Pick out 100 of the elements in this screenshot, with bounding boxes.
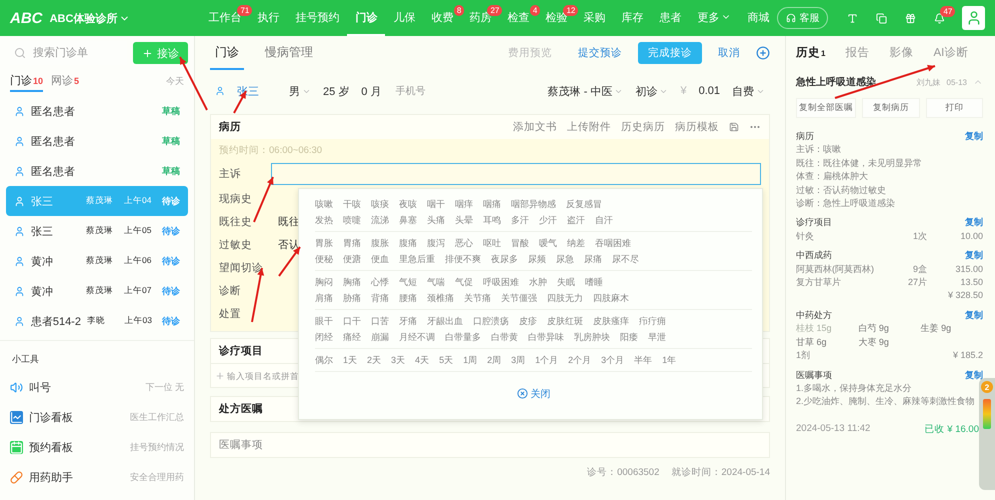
history-tab[interactable]: 历史 1	[796, 44, 826, 60]
symptom-option[interactable]: 排便不爽	[445, 252, 481, 266]
symptom-option[interactable]: 失眠	[557, 276, 575, 288]
symptom-option[interactable]: 胸闷	[315, 276, 333, 288]
copy-link[interactable]: 复制	[965, 308, 983, 322]
symptom-option[interactable]: 夜咳	[399, 198, 417, 210]
history-tab[interactable]: AI诊断	[933, 44, 968, 60]
symptom-option[interactable]: 口干	[343, 314, 361, 328]
record-tool-link[interactable]: 上传附件	[567, 120, 611, 134]
new-visit-button[interactable]: 接诊	[133, 42, 188, 64]
symptom-option[interactable]: 鼻塞	[399, 214, 417, 226]
symptom-option[interactable]: 咽痛	[483, 198, 501, 210]
history-tab[interactable]: 影像	[889, 44, 914, 60]
close-button[interactable]: 关闭	[510, 386, 556, 402]
symptom-option[interactable]: 皮肤红斑	[547, 314, 583, 328]
symptom-option[interactable]: 气喘	[427, 276, 445, 288]
patient-row[interactable]: 黄冲 蔡茂琳 上午07 待诊	[6, 276, 188, 306]
symptom-option[interactable]: 发热	[315, 214, 333, 226]
symptom-option[interactable]: 2个月	[568, 354, 592, 366]
symptom-option[interactable]: 嗜睡	[585, 276, 603, 288]
symptom-option[interactable]: 嗳气	[539, 236, 557, 250]
nav-tab[interactable]: 门诊	[347, 0, 386, 36]
nav-tab[interactable]: 库存	[613, 0, 652, 36]
symptom-option[interactable]: 2周	[487, 354, 502, 366]
symptom-option[interactable]: 牙痛	[399, 314, 417, 328]
symptom-option[interactable]: 水肿	[529, 276, 547, 288]
symptom-option[interactable]: 早泄	[648, 330, 666, 344]
symptom-option[interactable]: 眼干	[315, 314, 333, 328]
symptom-option[interactable]: 月经不调	[399, 330, 435, 344]
tool-row[interactable]: 叫号 下一位 无	[0, 372, 194, 402]
nav-tab[interactable]: 挂号预约	[287, 0, 348, 36]
history-action-button[interactable]: 复制全部医嘱	[796, 98, 856, 118]
symptom-option[interactable]: 胃胀	[315, 236, 333, 250]
copy-link[interactable]: 复制	[965, 130, 983, 144]
patient-row[interactable]: 匿名患者 草稿	[6, 156, 188, 186]
tool-row[interactable]: 预约看板 挂号预约情况	[0, 432, 194, 462]
symptom-option[interactable]: 自汗	[595, 214, 613, 226]
symptom-option[interactable]: 心悸	[371, 276, 389, 288]
symptom-option[interactable]: 乳房肿块	[574, 330, 610, 344]
symptom-option[interactable]: 咽部异物感	[511, 198, 556, 210]
symptom-option[interactable]: 颈椎痛	[427, 292, 454, 304]
symptom-option[interactable]: 喷嚏	[343, 214, 361, 226]
item-input-field[interactable]: 输入项目名或拼首	[227, 370, 299, 380]
payment-select[interactable]: 自费	[732, 84, 765, 98]
symptom-option[interactable]: 1天	[343, 354, 358, 366]
symptom-option[interactable]: 白带量多	[445, 330, 481, 344]
symptom-option[interactable]: 痛经	[343, 330, 361, 344]
gift-icon[interactable]	[905, 12, 916, 24]
symptom-option[interactable]: 腹痛	[399, 236, 417, 250]
nav-tab[interactable]: 更多	[689, 0, 740, 36]
symptom-option[interactable]: 多汗	[511, 214, 529, 226]
add-icon[interactable]	[756, 46, 770, 60]
symptom-option[interactable]: 呕吐	[483, 236, 501, 250]
symptom-option[interactable]: 胁痛	[343, 292, 361, 304]
symptom-option[interactable]: 疖疔痈	[639, 314, 666, 328]
notification-icon[interactable]	[934, 12, 946, 24]
list-tab[interactable]: 网诊5	[51, 73, 80, 92]
symptom-option[interactable]: 便血	[371, 252, 389, 266]
symptom-option[interactable]: 咳痰	[371, 198, 389, 210]
symptom-option[interactable]: 头晕	[455, 214, 473, 226]
symptom-option[interactable]: 尿急	[556, 252, 574, 266]
list-tab[interactable]: 门诊 10	[10, 73, 44, 92]
symptom-option[interactable]: 尿频	[528, 252, 546, 266]
symptom-option[interactable]: 皮肤瘙痒	[593, 314, 629, 328]
symptom-option[interactable]: 阳痿	[620, 330, 638, 344]
nav-tab[interactable]: 患者	[651, 0, 690, 36]
symptom-option[interactable]: 3天	[391, 354, 406, 366]
action-button[interactable]: 取消	[708, 42, 750, 64]
history-action-button[interactable]: 打印	[926, 98, 983, 118]
record-tool-link[interactable]: 历史病历	[621, 120, 665, 134]
symptom-option[interactable]: 头痛	[427, 214, 445, 226]
tool-row[interactable]: 用药助手 安全合理用药	[0, 462, 194, 492]
symptom-option[interactable]: 3个月	[601, 354, 624, 366]
symptom-option[interactable]: 胃痛	[343, 236, 361, 250]
symptom-option[interactable]: 关节僵强	[501, 292, 537, 304]
patient-row[interactable]: 张三 蔡茂琳 上午04 待诊	[6, 186, 188, 216]
patient-row[interactable]: 匿名患者 草稿	[6, 126, 188, 156]
symptom-option[interactable]: 夜尿多	[491, 252, 518, 266]
nav-tab[interactable]: 收费 8	[423, 0, 462, 36]
action-button[interactable]: 提交预诊	[568, 42, 632, 64]
symptom-option[interactable]: 4天	[415, 354, 430, 366]
symptom-option[interactable]: 尿痛	[584, 252, 602, 266]
save-icon[interactable]	[729, 122, 739, 132]
visit-type-select[interactable]: 初诊	[635, 84, 668, 98]
page-tab[interactable]: 门诊	[210, 36, 244, 70]
phone-field[interactable]: 手机号	[393, 84, 474, 98]
symptom-option[interactable]: 流涕	[371, 214, 389, 226]
nav-tab[interactable]: 商城	[739, 0, 778, 36]
history-action-button[interactable]: 复制病历	[862, 98, 920, 118]
symptom-option[interactable]: 口腔溃疡	[473, 314, 509, 328]
symptom-option[interactable]: 纳差	[567, 236, 585, 250]
symptom-option[interactable]: 口苦	[371, 314, 389, 328]
patient-row[interactable]: 匿名患者 草稿	[6, 96, 188, 126]
symptom-option[interactable]: 闭经	[315, 330, 333, 344]
symptom-option[interactable]: 盗汗	[567, 214, 585, 226]
patient-row[interactable]: 黄冲 蔡茂琳 上午06 待诊	[6, 246, 188, 276]
symptom-option[interactable]: 5天	[439, 354, 454, 366]
floating-widget[interactable]: 2	[979, 378, 995, 490]
symptom-option[interactable]: 1个月	[535, 354, 558, 366]
symptom-option[interactable]: 白带异味	[528, 330, 564, 344]
